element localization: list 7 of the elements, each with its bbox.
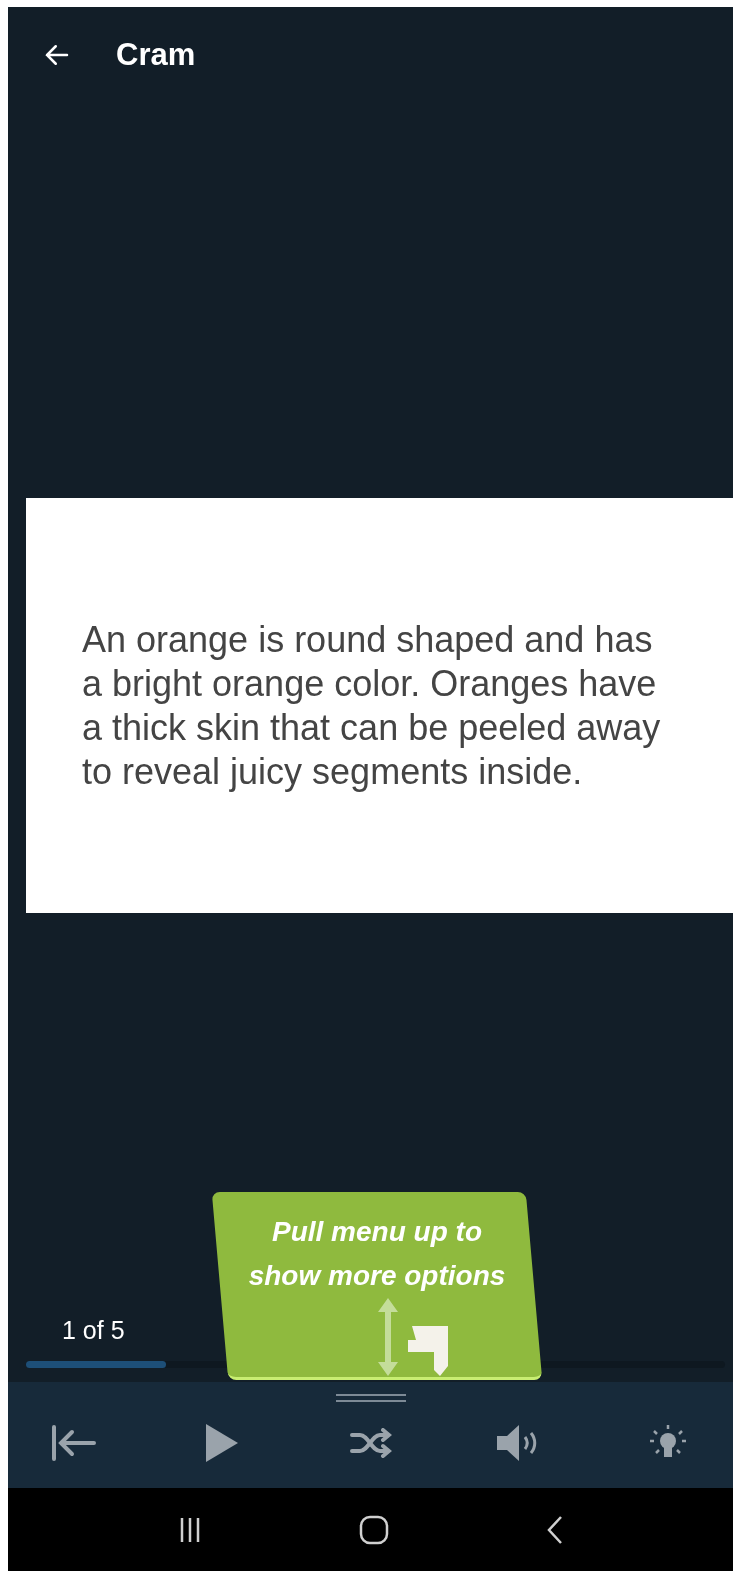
card-counter: 1 of 5 bbox=[62, 1314, 126, 1346]
tooltip-text: Pull menu up to show more options bbox=[247, 1215, 507, 1293]
card-text: An orange is round shaped and has a bright orange color. Oranges have a thick skin that can be peeled away to reveal juicy segments inside. bbox=[82, 617, 662, 794]
flashcard[interactable]: An orange is round shaped and has a bright orange color. Oranges have a thick skin that can be peeled away to reveal juicy segments inside. bbox=[26, 498, 733, 913]
home-icon[interactable] bbox=[359, 1514, 390, 1545]
screen-title: Cram bbox=[116, 35, 196, 74]
drag-handle-icon[interactable] bbox=[335, 1394, 406, 1402]
